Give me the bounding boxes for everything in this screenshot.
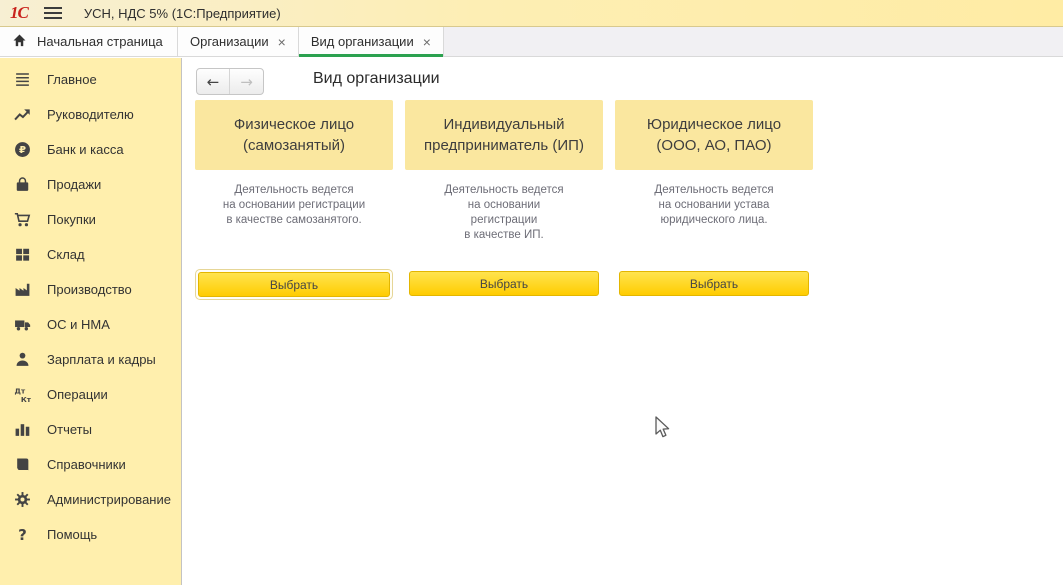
gear-icon: [13, 490, 32, 509]
select-button-1[interactable]: Выбрать: [198, 272, 390, 297]
forward-button[interactable]: →: [230, 69, 263, 94]
sidebar-item-10[interactable]: ДтКт Операции: [0, 377, 181, 412]
trend-icon: [13, 105, 32, 124]
card-title-line: Физическое лицо: [234, 114, 354, 135]
question-icon: ?: [13, 525, 32, 544]
close-tab-icon[interactable]: ×: [278, 35, 286, 49]
history-nav: ← →: [196, 68, 264, 95]
org-type-card-3: Юридическое лицо(ООО, АО, ПАО) Деятельнос…: [615, 100, 813, 300]
tab-home[interactable]: Начальная страница: [0, 27, 178, 56]
sidebar-item-label: Администрирование: [47, 492, 171, 507]
card-description: Деятельность ведетсяна основании регистр…: [195, 183, 393, 228]
book-icon: [13, 455, 32, 474]
ruble-circle-icon: ₽: [13, 140, 32, 159]
card-description-line: на основании регистрации: [195, 198, 393, 213]
tab-label: Организации: [190, 34, 269, 49]
svg-text:Кт: Кт: [21, 395, 31, 403]
card-description-line: регистрации: [405, 213, 603, 228]
card-title-line: предприниматель (ИП): [424, 135, 584, 156]
page-title: Вид организации: [313, 70, 440, 88]
card-description-line: в качестве самозанятого.: [195, 213, 393, 228]
truck-icon: [13, 315, 32, 334]
sidebar-item-label: Главное: [47, 72, 97, 87]
svg-text:₽: ₽: [19, 145, 26, 156]
factory-icon: [13, 280, 32, 299]
card-description-line: в качестве ИП.: [405, 228, 603, 243]
close-tab-icon[interactable]: ×: [423, 35, 431, 49]
org-type-card-1: Физическое лицо(самозанятый) Деятельность…: [195, 100, 393, 300]
sidebar-item-label: Операции: [47, 387, 108, 402]
sidebar-item-label: Отчеты: [47, 422, 92, 437]
warehouse-icon: [13, 245, 32, 264]
title-bar: 1С УСН, НДС 5% (1С:Предприятие): [0, 0, 1063, 27]
bar-chart-icon: [13, 420, 32, 439]
back-button[interactable]: ←: [197, 69, 230, 94]
window-title: УСН, НДС 5% (1С:Предприятие): [84, 6, 281, 21]
card-title: Индивидуальныйпредприниматель (ИП): [405, 100, 603, 170]
sidebar-item-2[interactable]: Руководителю: [0, 97, 181, 132]
sidebar-item-9[interactable]: Зарплата и кадры: [0, 342, 181, 377]
select-button-ring: Выбрать: [195, 269, 393, 300]
card-description-line: Деятельность ведется: [405, 183, 603, 198]
card-description-line: на основании устава: [615, 198, 813, 213]
card-description-line: Деятельность ведется: [615, 183, 813, 198]
sidebar-item-12[interactable]: Справочники: [0, 447, 181, 482]
person-icon: [13, 350, 32, 369]
sidebar-item-13[interactable]: Администрирование: [0, 482, 181, 517]
card-title: Физическое лицо(самозанятый): [195, 100, 393, 170]
sidebar-item-label: Продажи: [47, 177, 101, 192]
main-menu-icon[interactable]: [44, 7, 62, 19]
tab-home-label: Начальная страница: [37, 34, 163, 49]
sidebar-item-6[interactable]: Склад: [0, 237, 181, 272]
select-button-ring: Выбрать: [405, 267, 603, 300]
sidebar-item-label: Справочники: [47, 457, 126, 472]
sidebar-item-label: Банк и касса: [47, 142, 124, 157]
sidebar-item-11[interactable]: Отчеты: [0, 412, 181, 447]
card-description: Деятельность ведетсяна основаниирегистра…: [405, 183, 603, 243]
sidebar-item-label: ОС и НМА: [47, 317, 110, 332]
card-title-line: Юридическое лицо: [647, 114, 781, 135]
card-description-line: на основании: [405, 198, 603, 213]
menu-icon: [13, 70, 32, 89]
card-title-line: (самозанятый): [243, 135, 345, 156]
select-button-2[interactable]: Выбрать: [409, 271, 599, 296]
sidebar-item-5[interactable]: Покупки: [0, 202, 181, 237]
sidebar-item-label: Помощь: [47, 527, 97, 542]
card-title: Юридическое лицо(ООО, АО, ПАО): [615, 100, 813, 170]
cart-icon: [13, 210, 32, 229]
tab-2-active[interactable]: Вид организации ×: [299, 27, 444, 56]
sidebar-item-label: Покупки: [47, 212, 96, 227]
card-title-line: Индивидуальный: [444, 114, 565, 135]
sidebar-item-label: Зарплата и кадры: [47, 352, 156, 367]
home-icon: [12, 33, 27, 51]
select-button-3[interactable]: Выбрать: [619, 271, 809, 296]
card-title-line: (ООО, АО, ПАО): [656, 135, 771, 156]
1c-logo: 1С: [10, 3, 28, 23]
select-button-ring: Выбрать: [615, 267, 813, 300]
card-description-line: юридического лица.: [615, 213, 813, 228]
main-area: ← → Вид организации Физическое лицо(само…: [183, 58, 1063, 585]
dtkt-icon: ДтКт: [13, 385, 32, 404]
card-description-line: Деятельность ведется: [195, 183, 393, 198]
sidebar-item-1[interactable]: Главное: [0, 62, 181, 97]
sidebar-item-3[interactable]: ₽ Банк и касса: [0, 132, 181, 167]
sidebar-item-label: Руководителю: [47, 107, 134, 122]
sidebar: Главное Руководителю ₽ Банк и касса Продажи П…: [0, 58, 182, 585]
sidebar-item-label: Производство: [47, 282, 132, 297]
tab-bar: Начальная страница Организации×Вид орган…: [0, 27, 1063, 57]
org-type-card-2: Индивидуальныйпредприниматель (ИП) Деятел…: [405, 100, 603, 300]
tab-1[interactable]: Организации ×: [178, 27, 299, 56]
sidebar-item-4[interactable]: Продажи: [0, 167, 181, 202]
sidebar-item-label: Склад: [47, 247, 85, 262]
sidebar-item-7[interactable]: Производство: [0, 272, 181, 307]
card-description: Деятельность ведетсяна основании уставаю…: [615, 183, 813, 228]
sidebar-item-8[interactable]: ОС и НМА: [0, 307, 181, 342]
tab-label: Вид организации: [311, 34, 414, 49]
sidebar-item-14[interactable]: ? Помощь: [0, 517, 181, 552]
bag-icon: [13, 175, 32, 194]
